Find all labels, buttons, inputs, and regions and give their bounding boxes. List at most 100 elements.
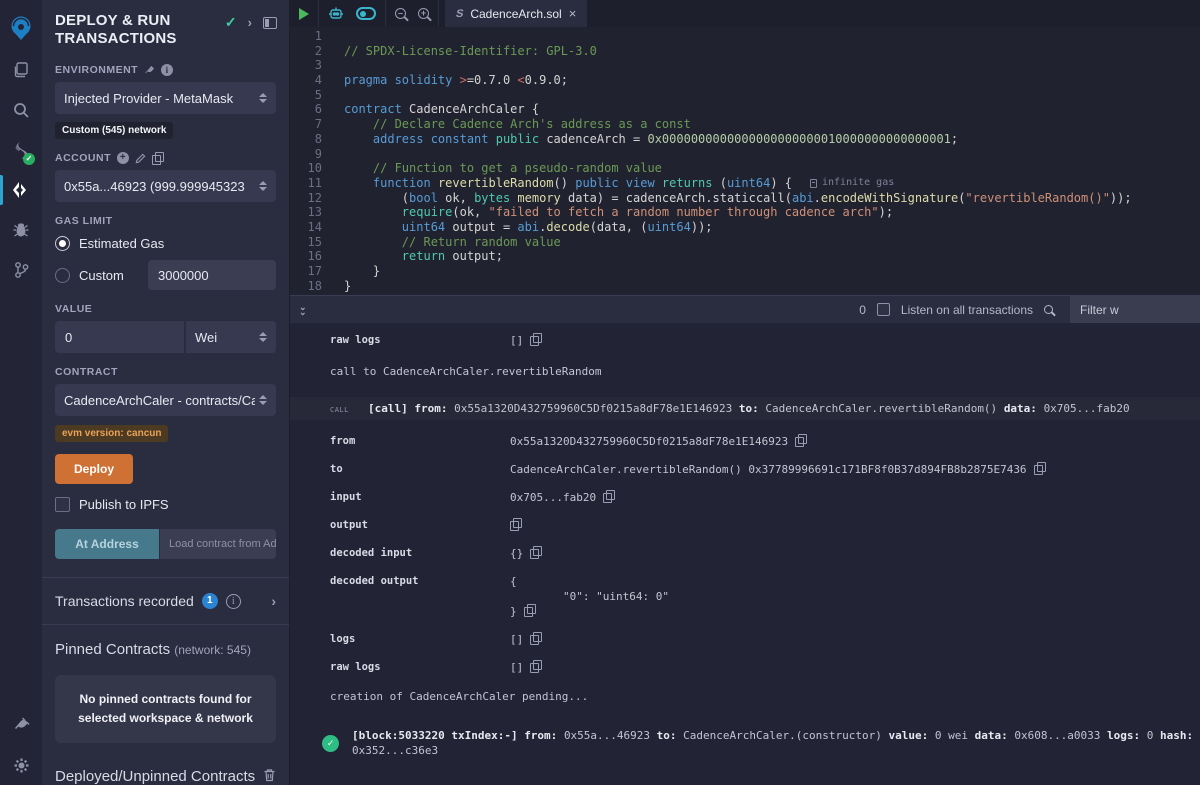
code-text: // Return random value: [322, 235, 561, 250]
value-label: VALUE: [55, 303, 276, 315]
close-tab-icon[interactable]: ×: [569, 6, 577, 21]
zoom-in-icon[interactable]: +: [418, 8, 429, 19]
estimated-gas-option[interactable]: Estimated Gas: [55, 236, 276, 251]
terminal-body[interactable]: raw logs[]call to CadenceArchCaler.rever…: [290, 323, 1200, 785]
code-line: 16 return output;: [290, 249, 1200, 264]
code-line: 11 function revertibleRandom() public vi…: [290, 176, 1200, 191]
sign-message-icon[interactable]: [135, 153, 146, 164]
environment-info-icon[interactable]: i: [161, 64, 173, 76]
terminal-log-row: toCadenceArchCaler.revertibleRandom() 0x…: [330, 462, 1200, 477]
call-summary-line[interactable]: call[call] from: 0x55a1320D432759960C5Df…: [290, 397, 1200, 420]
code-text: }: [322, 264, 380, 279]
line-number: 14: [290, 220, 322, 235]
custom-gas-option[interactable]: Custom 3000000: [55, 260, 276, 290]
code-text: return output;: [322, 249, 503, 264]
code-text: pragma solidity >=0.7.0 <0.9.0;: [322, 73, 568, 88]
git-icon: [13, 261, 30, 279]
listen-all-checkbox[interactable]: [877, 303, 890, 316]
copilot-toggle-icon[interactable]: [356, 7, 376, 20]
environment-label-row: ENVIRONMENT i: [55, 64, 276, 76]
code-text: require(ok, "failed to fetch a random nu…: [322, 205, 893, 220]
line-number: 9: [290, 147, 322, 162]
deployed-contracts-title: Deployed/Unpinned Contracts: [55, 768, 276, 785]
sidebar-item-file-explorer[interactable]: [0, 50, 42, 90]
block-success-line[interactable]: ✓[block:5033220 txIndex:-] from: 0x55a..…: [322, 728, 1200, 758]
account-select[interactable]: 0x55a...46923 (999.999945323: [55, 170, 276, 202]
sidebar-item-debugger[interactable]: [0, 210, 42, 250]
log-row-label: logs: [330, 632, 510, 647]
sidebar-item-deploy-run[interactable]: [0, 170, 42, 210]
divider: [42, 624, 289, 625]
environment-select[interactable]: Injected Provider - MetaMask: [55, 82, 276, 114]
custom-gas-input[interactable]: 3000000: [148, 260, 276, 290]
block-summary-text: [block:5033220 txIndex:-] from: 0x55a...…: [352, 728, 1200, 758]
code-text: }: [322, 279, 351, 294]
at-address-button[interactable]: At Address: [55, 529, 159, 559]
copy-icon[interactable]: [530, 333, 541, 345]
copy-icon[interactable]: [530, 660, 541, 672]
page-title: DEPLOY & RUN TRANSACTIONS: [55, 12, 205, 47]
line-number: 2: [290, 44, 322, 59]
copy-icon[interactable]: [530, 632, 541, 644]
code-editor[interactable]: 12// SPDX-License-Identifier: GPL-3.034p…: [290, 27, 1200, 295]
sidebar-item-git[interactable]: [0, 250, 42, 290]
remix-logo[interactable]: [0, 6, 42, 50]
copy-icon[interactable]: [530, 546, 541, 558]
line-number: 18: [290, 279, 322, 294]
sidebar-item-settings[interactable]: [0, 745, 42, 785]
copy-icon[interactable]: [1034, 462, 1045, 474]
code-text: [322, 58, 344, 73]
copy-icon[interactable]: [795, 434, 806, 446]
panel-layout-icon[interactable]: [263, 17, 277, 29]
estimated-gas-radio[interactable]: [55, 236, 70, 251]
copy-account-icon[interactable]: [152, 152, 163, 164]
at-address-input[interactable]: Load contract from Addres: [160, 529, 276, 559]
run-script-icon[interactable]: [299, 8, 309, 20]
code-line: 14 uint64 output = abi.decode(data, (uin…: [290, 220, 1200, 235]
log-row-label: raw logs: [330, 660, 510, 675]
contract-select[interactable]: CadenceArchCaler - contracts/Cac: [55, 384, 276, 416]
publish-ipfs-row[interactable]: Publish to IPFS: [55, 497, 276, 512]
pinned-empty-line2: selected workspace & network: [73, 709, 258, 728]
panel-header: DEPLOY & RUN TRANSACTIONS ✓ ›: [42, 0, 289, 51]
clear-contracts-icon[interactable]: [263, 768, 276, 785]
ai-assistant-icon[interactable]: [328, 6, 344, 21]
terminal-search-icon[interactable]: [1044, 305, 1053, 314]
transactions-recorded-row[interactable]: Transactions recorded 1 i ›: [42, 578, 289, 624]
value-unit-select[interactable]: Wei: [186, 321, 276, 353]
transactions-count-badge: 1: [202, 593, 218, 609]
line-number: 15: [290, 235, 322, 250]
log-row-value: [510, 518, 521, 530]
listen-all-label: Listen on all transactions: [901, 303, 1033, 317]
sidebar-item-solidity-compiler[interactable]: ✓: [0, 130, 42, 170]
value-input[interactable]: 0: [55, 321, 184, 353]
estimated-gas-label: Estimated Gas: [79, 236, 164, 251]
sidebar-item-plugin-manager[interactable]: [0, 705, 42, 745]
call-detail-rows: from0x55a1320D432759960C5Df0215a8dF78e1E…: [330, 434, 1200, 675]
code-text: [322, 88, 344, 103]
copy-icon[interactable]: [603, 490, 614, 502]
panel-chevron-icon[interactable]: ›: [248, 15, 252, 30]
copy-icon[interactable]: [524, 604, 535, 616]
terminal-expand-icon[interactable]: ⌄⌄: [299, 305, 307, 315]
terminal-log-row: decoded output{ "0": "uint64: 0"}: [330, 574, 1200, 619]
log-row-value: {}: [510, 546, 541, 561]
value-unit: Wei: [195, 330, 217, 345]
publish-ipfs-checkbox[interactable]: [55, 497, 70, 512]
code-text: [322, 29, 344, 44]
deploy-button[interactable]: Deploy: [55, 454, 133, 484]
zoom-out-icon[interactable]: –: [395, 8, 406, 19]
tab-cadencearch[interactable]: S CadenceArch.sol ×: [445, 0, 587, 27]
add-account-icon[interactable]: +: [117, 152, 129, 164]
transactions-expand-icon[interactable]: ›: [271, 593, 276, 609]
sidebar-item-search[interactable]: [0, 90, 42, 130]
log-row-value: 0x705...fab20: [510, 490, 614, 505]
transactions-info-icon[interactable]: i: [226, 594, 241, 609]
terminal-header: ⌄⌄ 0 Listen on all transactions Filter w: [290, 296, 1200, 323]
terminal-filter-input[interactable]: Filter w: [1070, 296, 1200, 323]
line-number: 16: [290, 249, 322, 264]
custom-gas-radio[interactable]: [55, 268, 70, 283]
copy-icon[interactable]: [510, 518, 521, 530]
line-number: 4: [290, 73, 322, 88]
plug-icon[interactable]: [144, 65, 155, 76]
